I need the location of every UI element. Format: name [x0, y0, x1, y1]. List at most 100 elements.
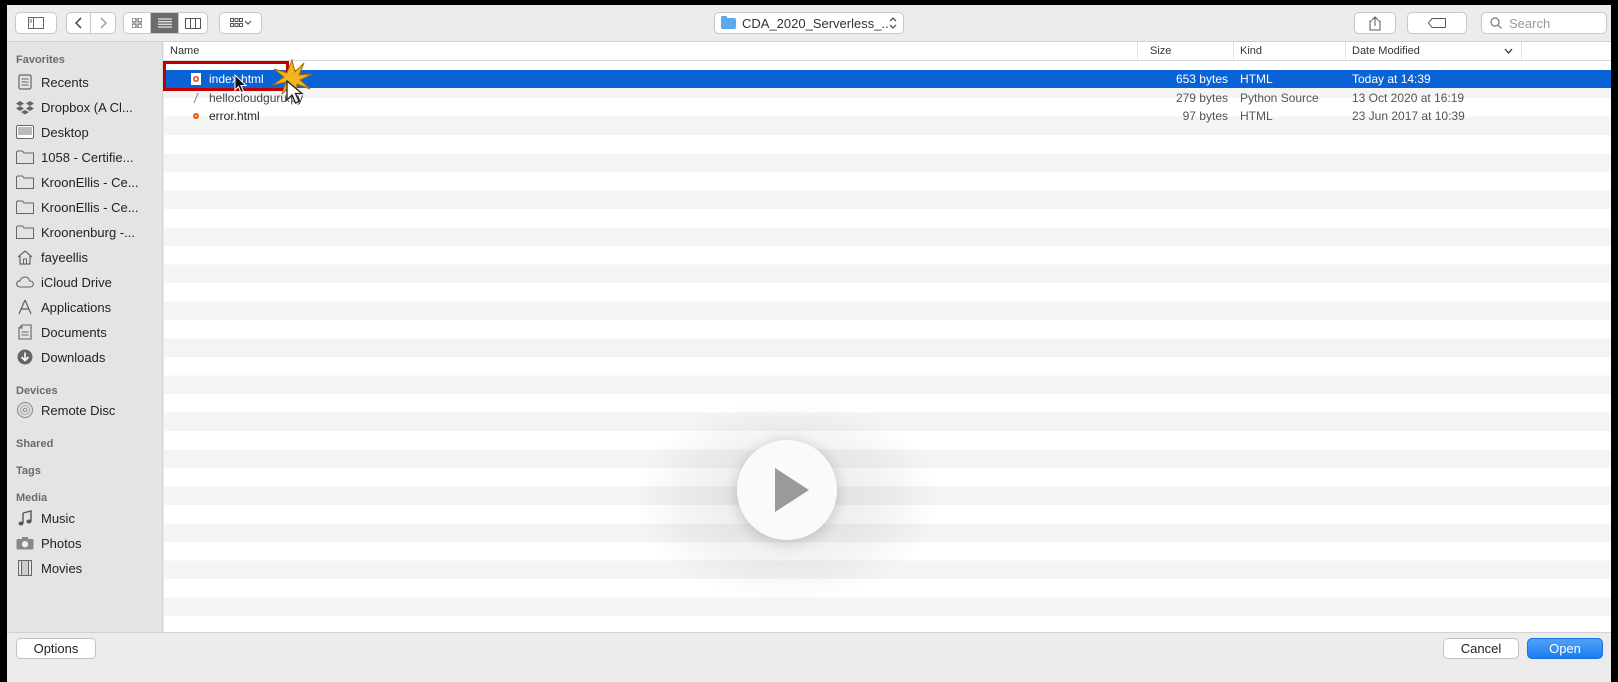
film-icon [16, 560, 34, 576]
play-icon [775, 468, 809, 512]
chevron-down-icon [1504, 48, 1513, 54]
section-media: Media [16, 492, 48, 504]
sidebar-item-home[interactable]: fayeellis [16, 246, 162, 268]
search-icon [1490, 17, 1502, 29]
sidebar-item-documents[interactable]: Documents [16, 321, 162, 343]
forward-button[interactable] [91, 13, 115, 33]
column-header-label: Kind [1240, 45, 1263, 57]
chevron-right-icon [100, 17, 107, 29]
sidebar-item-icloud-drive[interactable]: iCloud Drive [16, 271, 162, 293]
sidebar: Favorites Recents Dropbox (A Cl... Deskt… [7, 42, 163, 632]
location-popup[interactable]: CDA_2020_Serverless_... [714, 12, 904, 34]
hand-cursor-icon [286, 80, 304, 104]
sidebar-item-folder-kroonellis-2[interactable]: KroonEllis - Ce... [16, 196, 162, 218]
sidebar-item-recents[interactable]: Recents [16, 71, 162, 93]
table-row[interactable]: index.html 653 bytes HTML Today at 14:39 [164, 70, 1611, 88]
column-header-label: Date Modified [1352, 45, 1420, 57]
sidebar-toggle-button[interactable] [15, 12, 57, 34]
file-size: 279 bytes [1175, 91, 1228, 105]
python-file-icon [193, 92, 199, 104]
columns-icon [185, 17, 201, 29]
table-row[interactable]: hellocloudguru.py 279 bytes Python Sourc… [164, 89, 1611, 107]
sidebar-item-label: 1058 - Certifie... [41, 149, 134, 165]
column-header-label: Size [1150, 45, 1172, 57]
sidebar-item-desktop[interactable]: Desktop [16, 121, 162, 143]
home-icon [16, 249, 34, 265]
sidebar-item-remote-disc[interactable]: Remote Disc [16, 399, 162, 421]
cloud-icon [16, 274, 34, 290]
sidebar-toggle-icon [28, 17, 44, 29]
toolbar: CDA_2020_Serverless_... [7, 5, 1611, 42]
sidebar-item-label: Kroonenburg -... [41, 224, 135, 240]
folder-icon [16, 199, 34, 215]
music-icon [16, 510, 34, 526]
sidebar-item-label: Downloads [41, 349, 106, 365]
section-tags: Tags [16, 465, 41, 477]
file-name-cell: error.html [191, 107, 260, 125]
sidebar-item-label: fayeellis [41, 249, 88, 265]
back-forward-control [66, 12, 116, 34]
dialog-footer: Options Cancel Open [7, 632, 1611, 682]
applications-icon [16, 299, 34, 315]
sidebar-item-folder-kroonenburg[interactable]: Kroonenburg -... [16, 221, 162, 243]
open-button[interactable]: Open [1527, 638, 1603, 659]
column-view-button[interactable] [179, 13, 207, 33]
column-header-label: Name [170, 45, 200, 57]
sidebar-item-applications[interactable]: Applications [16, 296, 162, 318]
sidebar-item-dropbox[interactable]: Dropbox (A Cl... [16, 96, 162, 118]
icon-view-button[interactable] [124, 13, 151, 33]
tag-icon [1428, 18, 1446, 28]
section-devices: Devices [16, 385, 58, 397]
sidebar-item-label: KroonEllis - Ce... [41, 174, 139, 190]
sidebar-item-photos[interactable]: Photos [16, 532, 162, 554]
column-header-date-modified[interactable]: Date Modified [1346, 42, 1522, 60]
section-favorites: Favorites [16, 54, 65, 66]
tags-button[interactable] [1407, 12, 1467, 34]
html-file-icon [193, 113, 199, 119]
sidebar-item-label: Dropbox (A Cl... [41, 99, 133, 115]
sidebar-item-label: Recents [41, 74, 89, 90]
file-date: Today at 14:39 [1352, 72, 1431, 86]
sidebar-item-movies[interactable]: Movies [16, 557, 162, 579]
column-header-size[interactable]: Size [1138, 42, 1234, 60]
options-button[interactable]: Options [16, 638, 96, 659]
sidebar-item-label: Movies [41, 560, 83, 576]
folder-icon [721, 15, 736, 29]
file-kind: HTML [1240, 72, 1273, 86]
column-header-kind[interactable]: Kind [1234, 42, 1346, 60]
play-button[interactable] [737, 440, 837, 540]
recents-icon [16, 74, 34, 90]
file-kind: Python Source [1240, 91, 1319, 105]
sidebar-item-downloads[interactable]: Downloads [16, 346, 162, 368]
folder-icon [16, 149, 34, 165]
sidebar-item-music[interactable]: Music [16, 507, 162, 529]
table-row[interactable]: error.html 97 bytes HTML 23 Jun 2017 at … [164, 107, 1611, 125]
documents-icon [16, 324, 34, 340]
share-button[interactable] [1354, 12, 1396, 34]
sidebar-item-label: Photos [41, 535, 82, 551]
sidebar-item-label: Applications [41, 299, 112, 315]
search-field[interactable] [1481, 12, 1607, 34]
folder-icon [16, 224, 34, 240]
dropbox-icon [16, 99, 34, 115]
group-by-button[interactable] [219, 12, 262, 34]
sidebar-item-label: iCloud Drive [41, 274, 112, 290]
sidebar-item-label: Documents [41, 324, 107, 340]
updown-chevron-icon [889, 17, 897, 29]
sidebar-item-label: Remote Disc [41, 402, 116, 418]
list-view-button[interactable] [151, 13, 179, 33]
search-input[interactable] [1507, 14, 1601, 32]
sidebar-item-label: Desktop [41, 124, 89, 140]
sidebar-item-folder-1058[interactable]: 1058 - Certifie... [16, 146, 162, 168]
back-button[interactable] [67, 13, 91, 33]
cancel-button[interactable]: Cancel [1443, 638, 1519, 659]
camera-icon [16, 535, 34, 551]
share-icon [1369, 15, 1381, 30]
group-icon [229, 18, 251, 27]
section-shared: Shared [16, 438, 54, 450]
file-size: 97 bytes [1182, 109, 1228, 123]
downloads-icon [16, 349, 34, 365]
view-mode-control [123, 12, 208, 34]
list-header: Name Size Kind Date Modified [164, 42, 1611, 61]
sidebar-item-folder-kroonellis-1[interactable]: KroonEllis - Ce... [16, 171, 162, 193]
